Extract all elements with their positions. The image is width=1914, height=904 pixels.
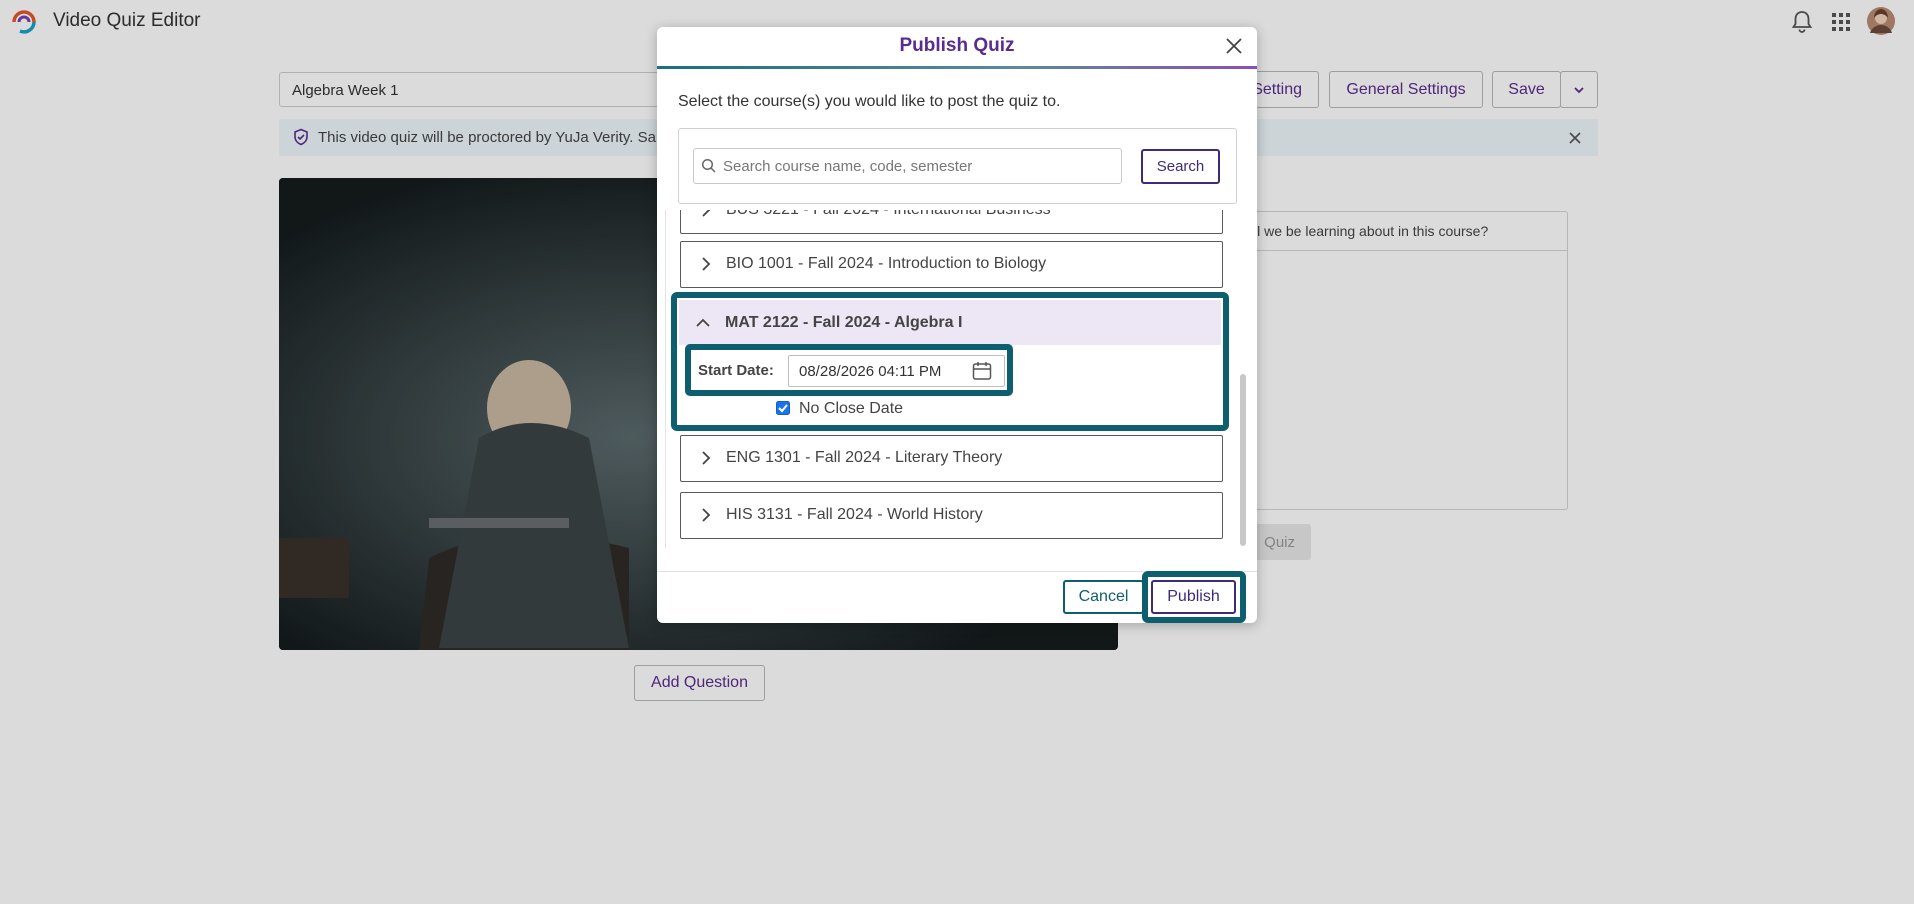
close-icon[interactable]	[1223, 35, 1245, 57]
no-close-date-label: No Close Date	[799, 400, 904, 417]
modal-title-divider	[657, 66, 1257, 69]
publish-button[interactable]: Publish	[1151, 580, 1236, 614]
search-button[interactable]: Search	[1141, 149, 1220, 184]
course-row-eng-1301[interactable]: ENG 1301 - Fall 2024 - Literary Theory	[680, 435, 1223, 482]
course-label: BUS 3221 - Fall 2024 - International Bus…	[726, 210, 1051, 219]
modal-title: Publish Quiz	[899, 35, 1015, 56]
chevron-right-icon	[697, 506, 715, 524]
course-row-bus-3221[interactable]: BUS 3221 - Fall 2024 - International Bus…	[680, 210, 1223, 234]
start-date-label: Start Date:	[698, 362, 774, 379]
no-close-date-checkbox[interactable]	[776, 401, 790, 415]
course-label: HIS 3131 - Fall 2024 - World History	[726, 506, 983, 523]
course-label: BIO 1001 - Fall 2024 - Introduction to B…	[726, 255, 1047, 272]
search-icon	[701, 158, 717, 174]
chevron-right-icon	[697, 449, 715, 467]
course-search-input[interactable]	[693, 148, 1122, 184]
course-label-expanded: MAT 2122 - Fall 2024 - Algebra I	[725, 314, 963, 331]
modal-instructions: Select the course(s) you would like to p…	[678, 93, 1061, 110]
chevron-right-icon	[697, 255, 715, 273]
course-row-bio-1001[interactable]: BIO 1001 - Fall 2024 - Introduction to B…	[680, 241, 1223, 288]
course-label: ENG 1301 - Fall 2024 - Literary Theory	[726, 449, 1003, 466]
course-list-scrollbar[interactable]	[1240, 374, 1246, 546]
chevron-right-icon	[697, 210, 715, 219]
chevron-up-icon[interactable]	[694, 314, 712, 332]
cancel-button[interactable]: Cancel	[1063, 580, 1144, 614]
calendar-icon[interactable]	[971, 360, 993, 382]
course-row-his-3131[interactable]: HIS 3131 - Fall 2024 - World History	[680, 492, 1223, 539]
